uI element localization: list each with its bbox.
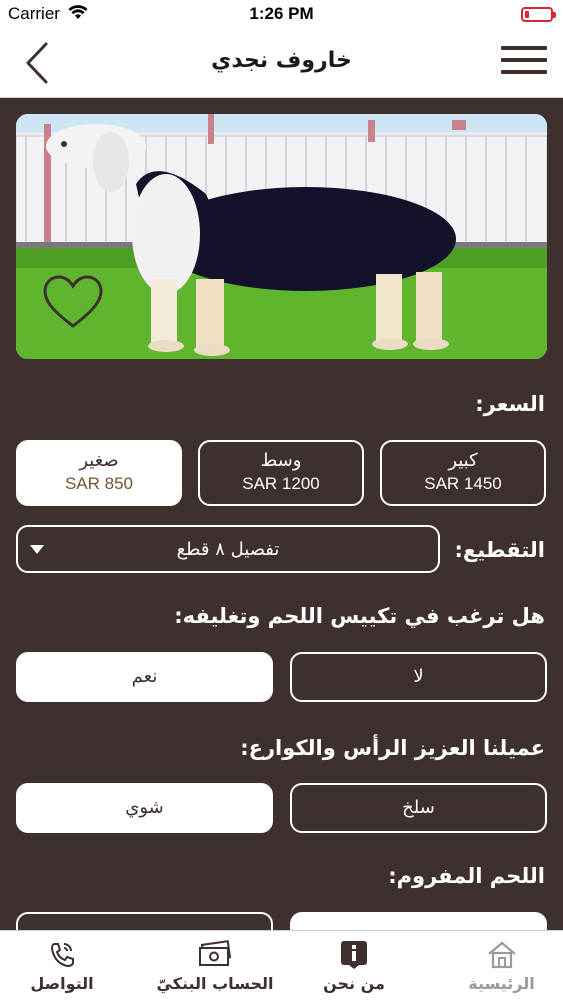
size-option-medium[interactable]: وسط SAR 1200	[198, 440, 364, 506]
tab-bar: الرئيسية من نحن الحساب البنكيّ التواصل	[0, 930, 563, 1000]
cutting-selected-value: تفصيل ٨ قطع	[176, 539, 280, 560]
home-icon	[485, 939, 519, 969]
size-price: SAR 850	[64, 474, 134, 493]
size-name: كبير	[448, 450, 478, 471]
tab-label: من نحن	[323, 974, 385, 993]
favorite-heart-icon[interactable]	[42, 274, 104, 330]
banknote-icon	[198, 939, 232, 969]
packaging-question: هل ترغب في تكييس اللحم وتغليفه:	[174, 604, 545, 628]
size-price: SAR 1200	[242, 474, 320, 493]
page-title: خاروف نجدي	[211, 48, 352, 73]
size-option-large[interactable]: كبير SAR 1450	[380, 440, 546, 506]
tab-label: التواصل	[30, 974, 94, 993]
phone-icon	[45, 939, 79, 969]
head-skinning-button[interactable]: سلخ	[290, 783, 547, 833]
clock: 1:26 PM	[249, 4, 314, 23]
head-grilling-button[interactable]: شوي	[16, 783, 273, 833]
size-option-small[interactable]: صغير SAR 850	[16, 440, 182, 506]
tab-label: الرئيسية	[468, 974, 535, 993]
info-icon	[337, 939, 371, 969]
status-bar: Carrier 1:26 PM	[0, 0, 563, 28]
battery-icon	[521, 7, 556, 22]
tab-contact[interactable]: التواصل	[10, 931, 114, 1000]
tab-about[interactable]: من نحن	[300, 931, 408, 1000]
price-label: السعر:	[475, 392, 545, 416]
packaging-yes-button[interactable]: نعم	[16, 652, 273, 702]
tab-label: الحساب البنكيّ	[156, 974, 274, 993]
product-image	[16, 114, 547, 359]
minced-meat-label: اللحم المفروم:	[388, 864, 545, 888]
cutting-label: التقطيع:	[454, 538, 545, 562]
head-trotters-question: عميلنا العزيز الرأس والكوارع:	[240, 736, 545, 760]
tab-home[interactable]: الرئيسية	[440, 931, 563, 1000]
navigation-bar: خاروف نجدي	[0, 28, 563, 98]
size-name: صغير	[79, 450, 119, 471]
hamburger-menu-icon[interactable]	[501, 46, 547, 80]
tab-bank-account[interactable]: الحساب البنكيّ	[140, 931, 290, 1000]
size-name: وسط	[260, 450, 302, 471]
cutting-dropdown[interactable]: تفصيل ٨ قطع	[16, 525, 440, 573]
packaging-no-button[interactable]: لا	[290, 652, 547, 702]
size-price: SAR 1450	[424, 474, 502, 493]
